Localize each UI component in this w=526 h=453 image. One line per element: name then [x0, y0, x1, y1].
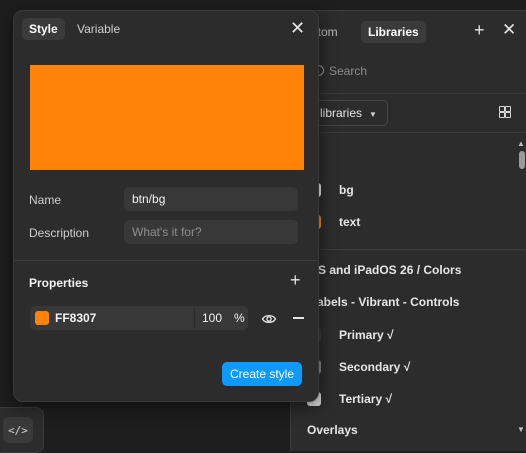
- style-name: Tertiary √: [339, 391, 393, 406]
- section-title-prefix: S and iPadOS 26 /: [318, 263, 424, 277]
- close-icon[interactable]: ✕: [502, 20, 516, 40]
- description-input[interactable]: What's it for?: [124, 220, 298, 244]
- tab-style[interactable]: Style: [22, 18, 65, 40]
- eye-icon[interactable]: [261, 311, 277, 327]
- tab-libraries[interactable]: Libraries: [361, 21, 426, 43]
- library-section-title[interactable]: S and iPadOS 26 / Colors: [318, 263, 461, 277]
- library-search-input[interactable]: Search: [329, 64, 367, 78]
- divider: [291, 132, 526, 133]
- description-label: Description: [29, 226, 90, 240]
- library-style-item-secondary[interactable]: Secondary √: [307, 357, 410, 375]
- style-name: Primary √: [339, 327, 394, 342]
- add-library-icon[interactable]: +: [474, 20, 485, 41]
- library-style-item-primary[interactable]: Primary √: [307, 325, 394, 343]
- fill-opacity-value[interactable]: 100: [202, 306, 222, 330]
- divider: [14, 260, 318, 261]
- library-subsection-title[interactable]: abels - Vibrant - Controls: [317, 295, 459, 309]
- scroll-up-icon[interactable]: ▲: [517, 139, 525, 148]
- divider: [291, 249, 526, 250]
- style-color-preview: [30, 65, 304, 170]
- close-icon[interactable]: ✕: [290, 18, 305, 39]
- remove-fill-icon[interactable]: [293, 317, 304, 319]
- style-name: Secondary √: [339, 359, 411, 374]
- tab-variable[interactable]: Variable: [77, 18, 120, 40]
- name-input[interactable]: btn/bg: [124, 187, 298, 211]
- create-style-dialog: Style Variable ✕ Name btn/bg Description…: [13, 10, 319, 402]
- fill-property-row[interactable]: FF8307 100 %: [30, 306, 248, 330]
- add-property-icon[interactable]: +: [290, 270, 301, 291]
- grid-view-icon[interactable]: [499, 106, 511, 118]
- style-name: text: [339, 214, 361, 229]
- library-section-title[interactable]: Overlays: [307, 423, 358, 437]
- name-label: Name: [29, 193, 62, 207]
- style-name: bg: [339, 182, 354, 197]
- dev-mode-toggle[interactable]: </>: [0, 407, 44, 453]
- section-title-name: Colors: [423, 263, 462, 277]
- code-icon: </>: [3, 417, 33, 443]
- properties-title: Properties: [29, 276, 89, 290]
- libraries-panel: ustom Libraries + ✕ Search l libraries ▼ …: [290, 10, 526, 451]
- fill-hex-value[interactable]: FF8307: [55, 306, 96, 330]
- scrollbar-thumb[interactable]: [519, 151, 525, 169]
- library-style-item-tertiary[interactable]: Tertiary √: [307, 389, 392, 407]
- scroll-down-icon[interactable]: ▼: [517, 425, 525, 434]
- percent-symbol: %: [234, 311, 245, 325]
- divider: [194, 308, 195, 328]
- fill-color-swatch[interactable]: [35, 311, 49, 325]
- divider: [291, 93, 526, 94]
- create-style-button[interactable]: Create style: [222, 362, 302, 386]
- chevron-down-icon: ▼: [369, 110, 377, 119]
- library-filter-label: l libraries: [314, 106, 363, 120]
